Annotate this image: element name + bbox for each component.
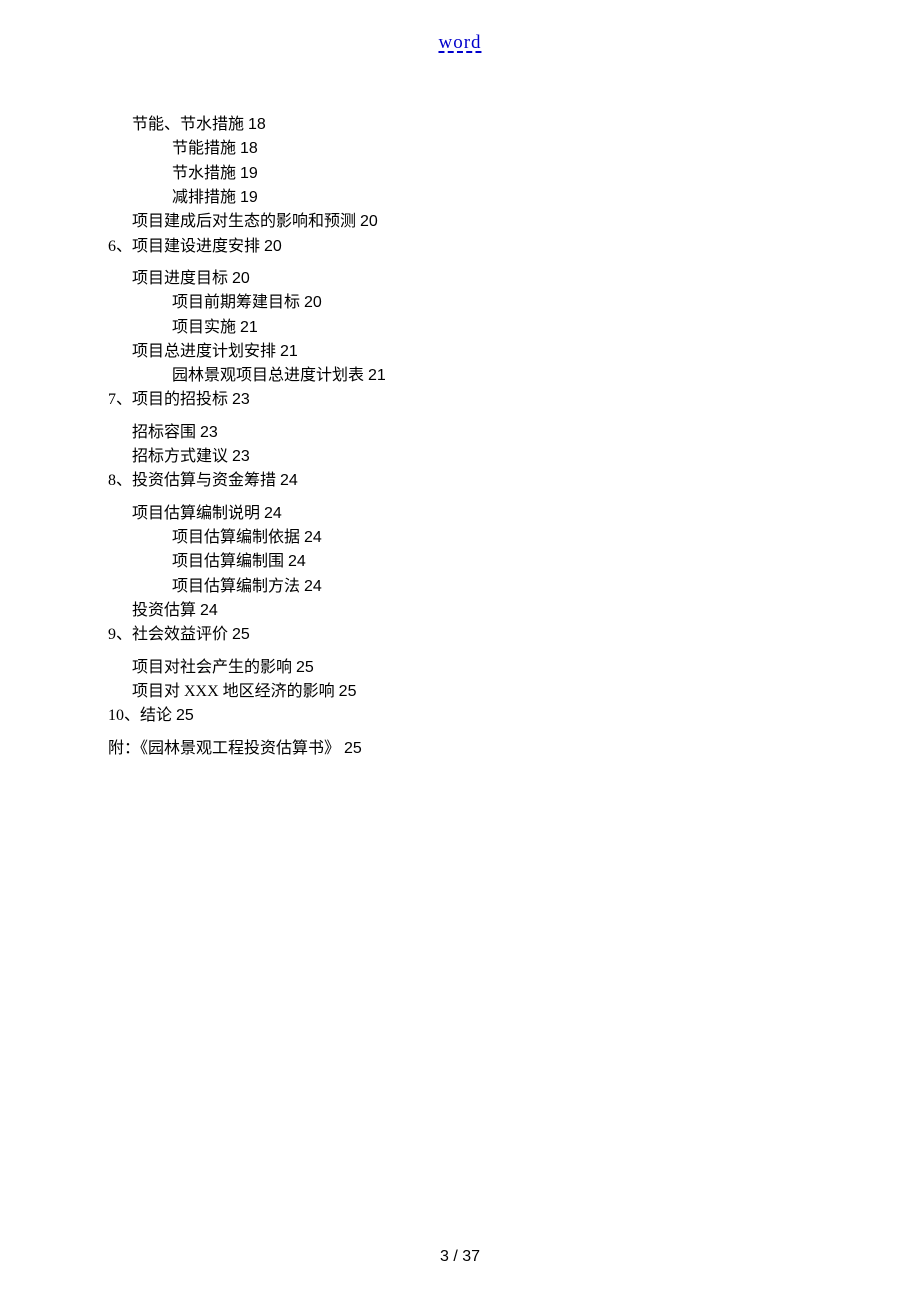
page-total: 37	[462, 1248, 480, 1265]
toc-entry-text: 减排措施	[172, 189, 236, 206]
toc-entry: 项目估算编制依据24	[172, 526, 808, 550]
toc-entry: 投资估算24	[132, 599, 808, 623]
page-footer: 3 / 37	[440, 1248, 480, 1266]
toc-entry: 招标容围23	[132, 421, 808, 445]
toc-entry-page: 24	[288, 553, 306, 570]
toc-entry-page: 24	[264, 505, 282, 522]
toc-entry-text: 投资估算	[132, 602, 196, 619]
toc-entry: 节水措施19	[172, 162, 808, 186]
toc-entry-page: 19	[240, 165, 258, 182]
toc-entry: 项目对 XXX 地区经济的影响25	[132, 680, 808, 704]
toc-entry-text: 招标容围	[132, 424, 196, 441]
toc-entry-text: 项目进度目标	[132, 270, 228, 287]
toc-entry: 7、项目的招投标23	[108, 388, 808, 412]
toc-entry-page: 21	[368, 367, 386, 384]
toc-entry-page: 25	[344, 740, 362, 757]
toc-entry: 6、项目建设进度安排20	[108, 235, 808, 259]
toc-entry: 项目建成后对生态的影响和预测20	[132, 210, 808, 234]
toc-entry: 减排措施19	[172, 186, 808, 210]
page-current: 3	[440, 1248, 449, 1265]
toc-entry: 项目总进度计划安排21	[132, 340, 808, 364]
toc-entry-text: 7、项目的招投标	[108, 391, 228, 408]
toc-entry: 项目实施21	[172, 316, 808, 340]
toc-entry-page: 24	[280, 472, 298, 489]
toc-entry-page: 20	[360, 213, 378, 230]
toc-entry-text: 9、社会效益评价	[108, 626, 228, 643]
toc-entry: 附：《园林景观工程投资估算书》25	[108, 737, 808, 761]
toc-entry: 项目进度目标20	[132, 267, 808, 291]
toc-entry-text: 8、投资估算与资金筹措	[108, 472, 276, 489]
toc-entry-text: 10、结论	[108, 707, 172, 724]
toc-entry-text: 项目实施	[172, 319, 236, 336]
toc-entry: 节能措施18	[172, 137, 808, 161]
toc-entry: 10、结论25	[108, 704, 808, 728]
toc-entry: 项目对社会产生的影响25	[132, 656, 808, 680]
toc-entry-text: 项目估算编制说明	[132, 505, 260, 522]
toc-entry-text: 项目前期筹建目标	[172, 294, 300, 311]
toc-entry-text: 招标方式建议	[132, 448, 228, 465]
page-separator: /	[449, 1248, 462, 1265]
toc-entry-text: 项目估算编制方法	[172, 578, 300, 595]
toc-entry-page: 25	[296, 659, 314, 676]
toc-entry-page: 18	[248, 116, 266, 133]
toc-entry-page: 24	[304, 578, 322, 595]
toc-entry-page: 24	[200, 602, 218, 619]
toc-entry-page: 18	[240, 140, 258, 157]
toc-entry-page: 25	[232, 626, 250, 643]
toc-content: 节能、节水措施18节能措施18节水措施19减排措施19项目建成后对生态的影响和预…	[108, 113, 808, 761]
toc-entry-page: 23	[232, 448, 250, 465]
toc-entry: 项目估算编制说明24	[132, 502, 808, 526]
toc-entry: 园林景观项目总进度计划表21	[172, 364, 808, 388]
toc-entry: 项目前期筹建目标20	[172, 291, 808, 315]
toc-entry-text: 项目估算编制依据	[172, 529, 300, 546]
toc-entry-text: 项目估算编制围	[172, 553, 284, 570]
toc-entry-page: 19	[240, 189, 258, 206]
toc-entry: 节能、节水措施18	[132, 113, 808, 137]
toc-entry-page: 21	[240, 319, 258, 336]
header-word-label: word	[438, 32, 481, 54]
toc-entry-text: 项目对 XXX 地区经济的影响	[132, 683, 335, 700]
toc-entry: 9、社会效益评价25	[108, 623, 808, 647]
toc-entry: 8、投资估算与资金筹措24	[108, 469, 808, 493]
toc-entry: 项目估算编制方法24	[172, 575, 808, 599]
toc-entry: 项目估算编制围24	[172, 550, 808, 574]
toc-entry-page: 23	[200, 424, 218, 441]
toc-entry-page: 25	[176, 707, 194, 724]
toc-entry-page: 20	[304, 294, 322, 311]
toc-entry: 招标方式建议23	[132, 445, 808, 469]
toc-entry-page: 20	[232, 270, 250, 287]
toc-entry-text: 项目总进度计划安排	[132, 343, 276, 360]
toc-entry-page: 25	[339, 683, 357, 700]
toc-entry-page: 24	[304, 529, 322, 546]
toc-entry-page: 20	[264, 238, 282, 255]
toc-entry-text: 6、项目建设进度安排	[108, 238, 260, 255]
toc-entry-text: 节能、节水措施	[132, 116, 244, 133]
toc-entry-text: 项目建成后对生态的影响和预测	[132, 213, 356, 230]
toc-entry-text: 节水措施	[172, 165, 236, 182]
toc-entry-text: 附：《园林景观工程投资估算书》	[108, 740, 340, 757]
toc-entry-page: 23	[232, 391, 250, 408]
toc-entry-text: 节能措施	[172, 140, 236, 157]
toc-entry-text: 项目对社会产生的影响	[132, 659, 292, 676]
toc-entry-text: 园林景观项目总进度计划表	[172, 367, 364, 384]
toc-entry-page: 21	[280, 343, 298, 360]
